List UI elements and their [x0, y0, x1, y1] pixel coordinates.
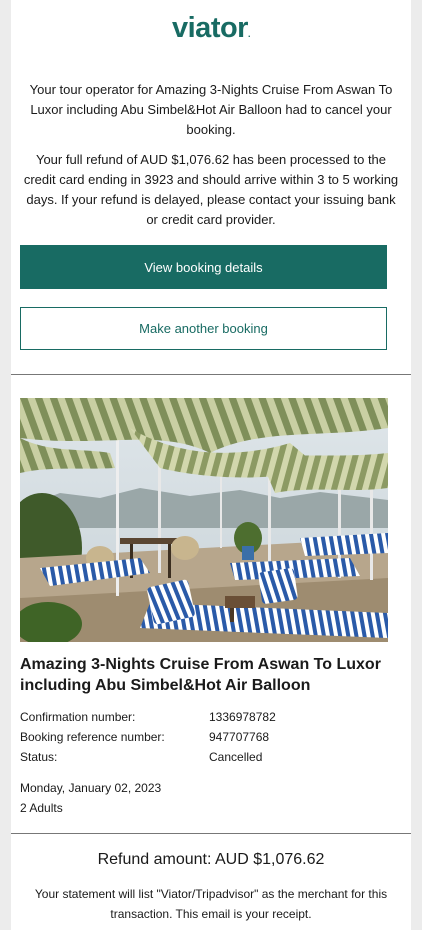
section-divider — [11, 374, 411, 375]
status-value: Cancelled — [209, 750, 263, 764]
logo-text: viator — [172, 12, 248, 44]
tour-date: Monday, January 02, 2023 — [20, 781, 162, 795]
confirmation-label: Confirmation number: — [20, 710, 136, 724]
refund-amount: Refund amount: AUD $1,076.62 — [97, 851, 325, 868]
reference-label: Booking reference number: — [20, 730, 165, 744]
email-body: viator. Your tour operator for Amazing 3… — [11, 0, 411, 930]
confirmation-row: Confirmation number: 1336978782 — [20, 707, 400, 727]
status-row: Status: Cancelled — [20, 747, 400, 767]
refund-message: Your full refund of AUD $1,076.62 has be… — [23, 152, 399, 227]
confirmation-value: 1336978782 — [209, 710, 276, 724]
viator-logo[interactable]: viator. — [11, 12, 411, 45]
reference-row: Booking reference number: 947707768 — [20, 727, 400, 747]
traveller-count: 2 Adults — [20, 801, 63, 815]
section-divider — [11, 833, 411, 834]
tour-title[interactable]: Amazing 3-Nights Cruise From Aswan To Lu… — [20, 654, 400, 696]
cancellation-message: Your tour operator for Amazing 3-Nights … — [29, 82, 393, 137]
statement-note: Your statement will list "Viator/Tripadv… — [34, 887, 388, 921]
tour-image[interactable] — [20, 398, 388, 642]
view-booking-details-button[interactable]: View booking details — [20, 245, 387, 289]
make-another-booking-button[interactable]: Make another booking — [20, 307, 387, 350]
reference-value: 947707768 — [209, 730, 270, 744]
logo-dot: . — [247, 29, 251, 39]
cruise-deck-illustration — [20, 398, 388, 642]
status-label: Status: — [20, 750, 58, 764]
